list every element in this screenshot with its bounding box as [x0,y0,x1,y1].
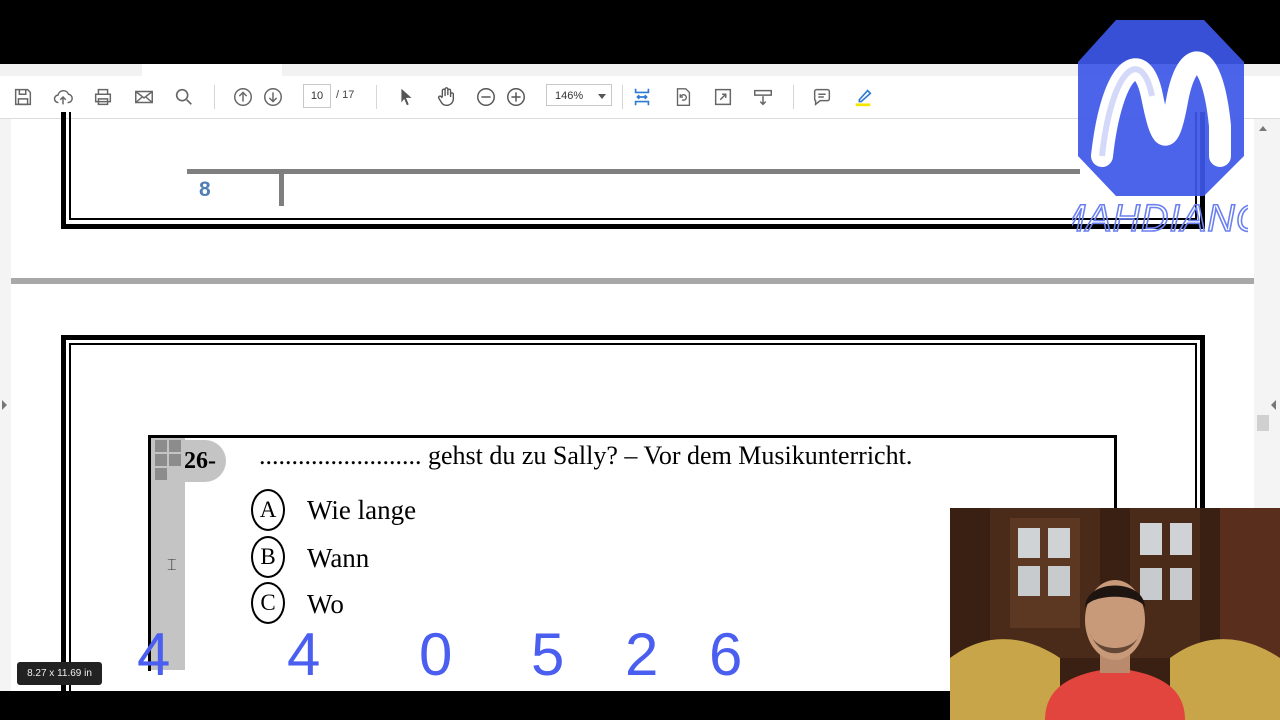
option-a-text: Wie lange [307,495,417,525]
code-digit: 2 [625,621,659,688]
toolbar-separator [793,85,794,109]
zoom-select[interactable]: 146% [546,84,612,106]
option-a-circle: A [251,489,285,531]
page-separator [11,278,1254,284]
print-icon[interactable] [91,85,115,109]
footer-divider [279,174,284,206]
channel-logo: MAHDIANO [1072,20,1248,240]
question-prompt: ......................... gehst du zu Sa… [259,441,913,470]
toolbar-separator [214,85,215,109]
next-page-icon[interactable] [261,85,285,109]
scroll-mode-icon[interactable] [751,85,775,109]
email-icon[interactable] [132,85,156,109]
footer-rule [187,169,1080,174]
webcam-overlay [950,508,1280,720]
expand-left-panel-icon[interactable] [2,400,7,410]
page-total-label: / 17 [336,89,355,101]
page-number-input[interactable]: 10 [303,84,331,108]
svg-text:MAHDIANO: MAHDIANO [1072,198,1248,240]
toolbar-separator [376,85,377,109]
comment-icon[interactable] [810,85,834,109]
grid-icon [155,440,183,482]
option-c-text: Wo [307,589,344,619]
scroll-up-icon[interactable] [1259,126,1267,131]
page-number: 8 [199,178,211,201]
toolbar-separator [622,85,623,109]
scrollbar-thumb[interactable] [1257,415,1269,431]
hand-tool-icon[interactable] [434,85,458,109]
previous-page-border-inner [69,112,1197,220]
save-icon[interactable] [11,85,35,109]
full-screen-icon[interactable] [711,85,735,109]
question-number: 26- [184,448,216,474]
code-digit: 6 [709,621,743,688]
code-digit: 0 [419,621,453,688]
page-size-badge: 8.27 x 11.69 in [17,662,102,685]
text-cursor-icon: ⌶ [167,557,177,574]
zoom-value: 146% [555,90,584,102]
chevron-down-icon[interactable] [598,94,606,99]
upload-icon[interactable] [51,85,75,109]
expand-right-panel-icon[interactable] [1271,400,1276,410]
zoom-in-icon[interactable] [504,85,528,109]
active-tab[interactable] [142,64,282,76]
option-c-circle: C [251,582,285,624]
fit-page-icon[interactable] [630,85,654,109]
option-b-circle: B [251,536,285,578]
rotate-icon[interactable] [671,85,695,109]
zoom-out-icon[interactable] [474,85,498,109]
search-icon[interactable] [172,85,196,109]
option-b-text: Wann [307,543,370,573]
select-cursor-icon[interactable] [394,85,418,109]
prev-page-icon[interactable] [231,85,255,109]
code-digit: 4 [287,621,321,688]
code-digit: 5 [531,621,565,688]
highlight-icon[interactable] [851,85,875,109]
code-digit: 4 [137,621,171,688]
